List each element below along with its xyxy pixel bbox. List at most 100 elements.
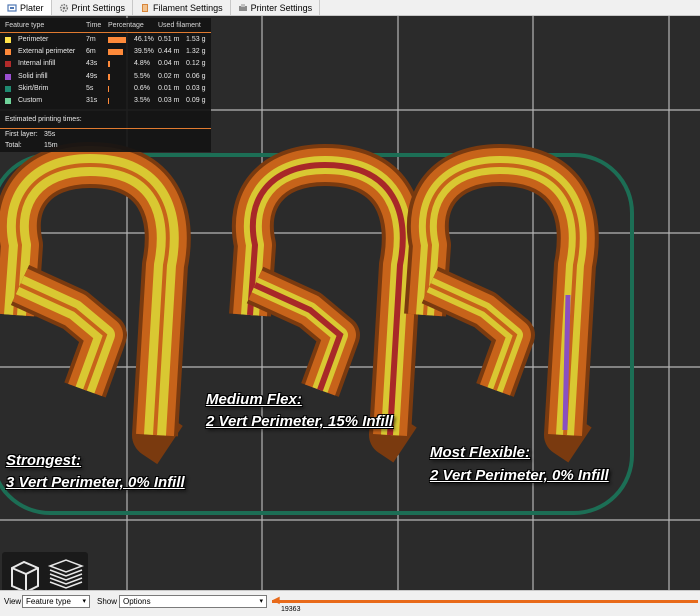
chevron-down-icon: ▾ [259,598,263,605]
tab-printer-settings-label: Printer Settings [250,2,313,13]
legend-header: Feature type Time Percentage Used filame… [0,21,211,31]
legend-percent: 0.6% [134,84,150,92]
tab-print-settings[interactable]: Print Settings [52,0,134,15]
total-value: 15m [44,142,58,149]
legend-length: 0.04 m [158,60,180,68]
legend-percent: 4.8% [134,60,150,68]
header-used-filament: Used filament [158,22,201,29]
legend-row: Skirt/Brim 5s 0.6% 0.01 m 0.03 g [0,84,211,94]
legend-swatch [5,98,11,104]
legend-row: External perimeter 6m 39.5% 0.44 m 1.32 g [0,47,211,57]
legend-percent-bar [108,37,126,43]
legend-swatch [5,85,11,92]
cube-view-icon[interactable] [6,556,44,590]
estimated-times-text: Estimated printing times: [5,116,82,123]
legend-length: 0.02 m [158,72,180,80]
slider-handle-icon[interactable]: ◀ [272,595,280,606]
legend-time: 49s [86,72,98,80]
view-select[interactable]: Feature type ▾ [22,595,90,608]
legend-percent-bar [108,98,110,104]
legend-swatch [5,61,11,68]
plater-icon [7,3,17,13]
annotation-flexible-desc: 2 Vert Perimeter, 0% Infill [430,467,609,484]
legend-time: 31s [86,97,98,104]
show-select-value: Options [123,597,151,606]
legend-length: 0.01 m [158,84,180,92]
legend-percent-bar [108,73,111,80]
tab-plater-label: Plater [20,2,44,13]
first-layer-value: 35s [44,131,56,138]
annotation-flexible-title: Most Flexible: [430,444,531,461]
show-select[interactable]: Options ▾ [119,595,267,608]
legend-row: Perimeter 7m 46.1% 0.51 m 1.53 g [0,35,211,45]
legend-weight: 0.03 g [186,84,206,92]
legend-weight: 0.12 g [186,60,206,68]
view-toolbar [2,552,88,590]
total-row: Total: 15m [0,141,211,151]
header-feature-type: Feature type [5,22,45,29]
hook-strongest [0,142,191,465]
header-time: Time [86,22,102,29]
gcode-legend: Feature type Time Percentage Used filame… [0,18,211,152]
annotation-medium-title: Medium Flex: [206,391,302,408]
annotation-strongest-desc: 3 Vert Perimeter, 0% Infill [6,474,185,491]
chevron-down-icon: ▾ [82,598,86,605]
legend-weight: 0.09 g [186,97,206,104]
estimated-times-label: Estimated printing times: [0,115,211,125]
printer-icon [238,3,248,13]
tab-print-settings-label: Print Settings [71,2,126,13]
annotation-strongest-title: Strongest: [6,452,81,469]
legend-feature-name: Perimeter [18,36,49,43]
legend-row: Internal infill 43s 4.8% 0.04 m 0.12 g [0,59,211,69]
legend-swatch [5,49,11,56]
legend-feature-name: External perimeter [18,48,76,56]
legend-percent: 39.5% [134,48,154,56]
tab-bar: Plater Print Settings Filament Settings … [0,0,700,16]
gear-icon [59,3,69,13]
horizontal-slider[interactable] [272,600,698,603]
legend-percent-bar [108,49,123,56]
legend-swatch [5,37,11,43]
layers-view-icon[interactable] [46,556,84,590]
legend-percent: 3.5% [134,97,150,104]
legend-weight: 1.32 g [186,48,206,56]
legend-length: 0.51 m [158,36,180,43]
legend-row: Custom 31s 3.5% 0.03 m 0.09 g [0,96,211,106]
legend-swatch [5,73,11,80]
total-label: Total: [5,142,22,149]
legend-feature-name: Solid infill [18,72,48,80]
legend-row: Solid infill 49s 5.5% 0.02 m 0.06 g [0,72,211,82]
legend-time: 7m [86,36,96,43]
legend-weight: 0.06 g [186,72,206,80]
legend-length: 0.03 m [158,97,180,104]
legend-separator [0,32,211,33]
annotation-medium-desc: 2 Vert Perimeter, 15% Infill [206,413,394,430]
legend-length: 0.44 m [158,48,180,56]
filament-icon [140,3,150,13]
hook-most-flexible [404,144,599,463]
legend-percent: 5.5% [134,72,150,80]
first-layer-row: First layer: 35s [0,130,211,140]
slider-value: 19363 [281,606,301,613]
legend-percent-bar [108,61,110,68]
legend-feature-name: Internal infill [18,60,56,68]
first-layer-label: First layer: [5,131,38,138]
legend-time: 43s [86,60,98,68]
legend-separator [0,128,211,129]
legend-weight: 1.53 g [186,36,206,43]
show-label: Show [97,597,118,606]
bottom-toolbar: View Feature type ▾ Show Options ▾ ◀ 193… [0,590,700,616]
legend-time: 5s [86,84,94,92]
legend-feature-name: Custom [18,97,43,104]
view-select-value: Feature type [26,597,71,606]
legend-percent-bar [108,85,109,92]
tab-printer-settings[interactable]: Printer Settings [231,0,321,15]
legend-time: 6m [86,48,96,56]
legend-feature-name: Skirt/Brim [18,84,49,92]
view-label: View [4,597,22,606]
header-percentage: Percentage [108,22,144,29]
legend-percent: 46.1% [134,36,154,43]
tab-filament-settings[interactable]: Filament Settings [133,0,231,15]
tab-plater[interactable]: Plater [0,0,52,15]
tab-filament-settings-label: Filament Settings [153,2,223,13]
